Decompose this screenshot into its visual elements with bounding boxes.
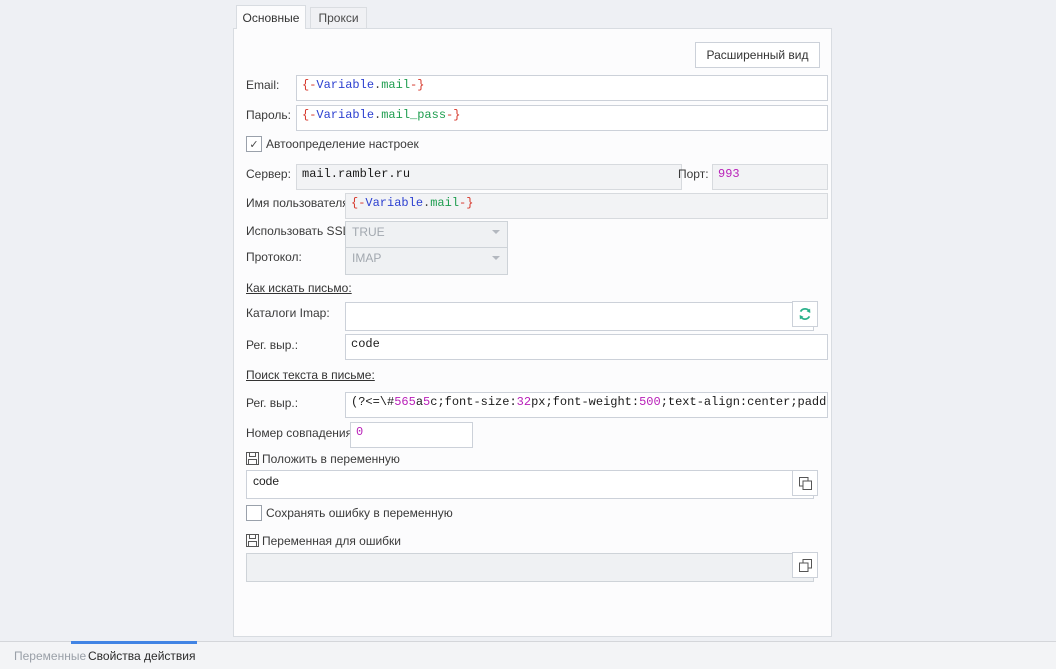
copy-icon [798,558,813,573]
text-search-link[interactable]: Поиск текста в письме: [246,368,375,382]
password-field[interactable]: {-Variable.mail_pass-} [296,105,828,131]
save-icon [246,452,259,465]
protocol-label: Протокол: [246,250,302,264]
port-label: Порт: [678,167,709,181]
check-icon: ✓ [249,138,258,151]
email-field[interactable]: {-Variable.mail-} [296,75,828,101]
match-number-field[interactable]: 0 [350,422,473,448]
username-field[interactable]: {-Variable.mail-} [345,193,828,219]
use-ssl-value: TRUE [352,225,385,239]
use-ssl-label: Использовать SSL: [246,224,353,238]
regex-search-label: Рег. выр.: [246,338,298,352]
autodetect-checkbox[interactable]: ✓ [246,136,262,152]
regex-search-field[interactable]: code [345,334,828,360]
error-variable-combo[interactable] [246,553,814,582]
put-variable-combo[interactable]: code [246,470,814,499]
tab-action-properties[interactable]: Свойства действия [88,649,195,663]
email-label: Email: [246,78,279,92]
server-field[interactable]: mail.rambler.ru [296,164,682,190]
bottom-tab-bar: Переменные Свойства действия [0,641,1056,669]
tab-proxy[interactable]: Прокси [310,7,367,28]
imap-dirs-combo[interactable] [345,302,814,331]
protocol-combo[interactable]: IMAP [345,247,508,275]
password-label: Пароль: [246,108,291,122]
put-variable-value: code [253,474,279,488]
save-error-checkbox[interactable] [246,505,262,521]
error-variable-label: Переменная для ошибки [262,534,401,548]
port-field[interactable]: 993 [712,164,828,190]
imap-dirs-label: Каталоги Imap: [246,306,330,320]
save-icon [246,534,259,547]
dropdown-arrow-icon [492,256,500,260]
regex-extract-label: Рег. выр.: [246,396,298,410]
refresh-folders-button[interactable] [792,301,818,327]
copy-icon [798,476,813,491]
active-tab-indicator [71,641,197,644]
copy-variable-button[interactable] [792,470,818,496]
autodetect-label: Автоопределение настроек [266,137,419,151]
put-variable-label: Положить в переменную [262,452,400,466]
tab-main-label: Основные [243,11,300,25]
server-label: Сервер: [246,167,291,181]
advanced-view-label: Расширенный вид [707,48,809,62]
tab-variables[interactable]: Переменные [14,649,86,663]
tab-proxy-label: Прокси [318,11,358,25]
username-label: Имя пользователя: [246,196,352,210]
tab-main[interactable]: Основные [236,5,306,29]
dropdown-arrow-icon [492,230,500,234]
save-error-label: Сохранять ошибку в переменную [266,506,453,520]
how-to-search-link[interactable]: Как искать письмо: [246,281,352,295]
use-ssl-combo[interactable]: TRUE [345,221,508,249]
refresh-icon [797,306,813,322]
advanced-view-button[interactable]: Расширенный вид [695,42,820,68]
match-number-label: Номер совпадения: [246,426,355,440]
regex-extract-field[interactable]: (?<=\#565a5c;font-size:32px;font-weight:… [345,392,828,418]
copy-error-variable-button[interactable] [792,552,818,578]
protocol-value: IMAP [352,251,381,265]
